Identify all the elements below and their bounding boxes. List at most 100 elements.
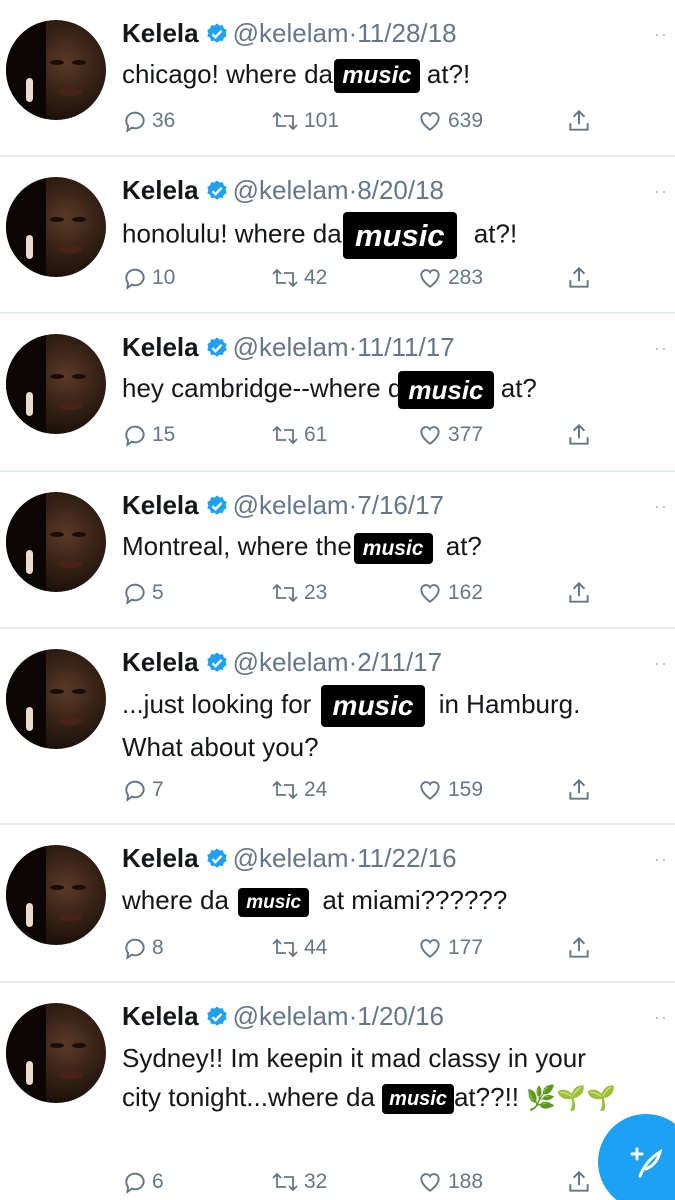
- heart-icon: [420, 939, 440, 958]
- tweet[interactable]: Kelela @kelelam·11/11/17 ·· hey cambridge…: [0, 314, 675, 472]
- more-options-icon[interactable]: ··: [654, 1007, 668, 1028]
- tweet[interactable]: Kelela @kelelam·2/11/17 ·· ...just lookin…: [0, 629, 675, 825]
- tweet-date[interactable]: 2/11/17: [357, 647, 442, 677]
- retweet-icon: [272, 268, 298, 288]
- tweet-date[interactable]: 7/16/17: [357, 490, 444, 520]
- author-handle[interactable]: @kelelam: [233, 843, 349, 873]
- author-name[interactable]: Kelela: [122, 18, 199, 48]
- tweet[interactable]: Kelela @kelelam·8/20/18 ·· honolulu! wher…: [0, 157, 675, 314]
- more-options-icon[interactable]: ··: [654, 338, 668, 359]
- share-button[interactable]: [566, 935, 596, 961]
- retweet-button[interactable]: 61: [270, 422, 327, 448]
- more-options-icon[interactable]: ··: [654, 181, 668, 202]
- author-name[interactable]: Kelela: [122, 843, 199, 873]
- more-options-icon[interactable]: ··: [654, 849, 668, 870]
- avatar[interactable]: [6, 845, 106, 945]
- like-button[interactable]: 188: [416, 1169, 483, 1195]
- like-button[interactable]: 639: [416, 108, 483, 134]
- share-button[interactable]: [566, 777, 596, 803]
- reply-button[interactable]: 36: [122, 108, 175, 134]
- retweet-button[interactable]: 24: [270, 777, 327, 803]
- like-button[interactable]: 159: [416, 777, 483, 803]
- tweet-text: honolulu! where da music at?!: [122, 212, 662, 259]
- reply-button[interactable]: 5: [122, 580, 164, 606]
- heart-icon: [420, 269, 440, 288]
- author-name[interactable]: Kelela: [122, 647, 199, 677]
- reply-icon: [125, 111, 145, 133]
- more-options-icon[interactable]: ··: [654, 496, 668, 517]
- tweet[interactable]: Kelela @kelelam·7/16/17 ·· Montreal, wher…: [0, 472, 675, 629]
- tweet[interactable]: Kelela @kelelam·11/28/18 ·· chicago! wher…: [0, 0, 675, 157]
- retweet-icon: [272, 938, 298, 958]
- tweet-text: Montreal, where the music at?: [122, 527, 662, 565]
- tweet-date[interactable]: 1/20/16: [357, 1001, 444, 1031]
- tweet-text: hey cambridge--where d music at?: [122, 369, 662, 410]
- author-name[interactable]: Kelela: [122, 175, 199, 205]
- tweet-date[interactable]: 11/11/17: [357, 332, 454, 362]
- author-name[interactable]: Kelela: [122, 1001, 199, 1031]
- tweet-feed: Kelela @kelelam·11/28/18 ·· chicago! wher…: [0, 0, 675, 1200]
- reply-button[interactable]: 7: [122, 777, 164, 803]
- share-button[interactable]: [566, 265, 596, 291]
- retweet-button[interactable]: 32: [270, 1169, 327, 1195]
- author-handle[interactable]: @kelelam: [233, 1001, 349, 1031]
- verified-badge-icon: [206, 652, 227, 672]
- tweet[interactable]: Kelela @kelelam·1/20/16 ·· Sydney!! Im ke…: [0, 983, 675, 1200]
- heart-icon: [420, 426, 440, 445]
- avatar[interactable]: [6, 177, 106, 277]
- author-handle[interactable]: @kelelam: [233, 175, 349, 205]
- avatar[interactable]: [6, 649, 106, 749]
- heart-icon: [420, 1173, 440, 1192]
- reply-button[interactable]: 10: [122, 265, 175, 291]
- music-sticker: music: [353, 532, 433, 564]
- share-button[interactable]: [566, 1169, 596, 1195]
- more-options-icon[interactable]: ··: [654, 24, 668, 45]
- author-name[interactable]: Kelela: [122, 490, 199, 520]
- share-icon: [569, 266, 589, 288]
- reply-icon: [125, 1172, 145, 1194]
- reply-icon: [125, 583, 145, 605]
- retweet-button[interactable]: 42: [270, 265, 327, 291]
- share-button[interactable]: [566, 108, 596, 134]
- retweet-button[interactable]: 101: [270, 108, 339, 134]
- reply-icon: [125, 425, 145, 447]
- tweet-text: chicago! where da music at?!: [122, 55, 662, 94]
- reply-button[interactable]: 15: [122, 422, 175, 448]
- reply-button[interactable]: 6: [122, 1169, 164, 1195]
- author-handle[interactable]: @kelelam: [233, 490, 349, 520]
- like-button[interactable]: 377: [416, 422, 483, 448]
- tweet-date[interactable]: 8/20/18: [357, 175, 444, 205]
- like-button[interactable]: 283: [416, 265, 483, 291]
- verified-badge-icon: [206, 848, 227, 868]
- share-icon: [569, 109, 589, 131]
- avatar[interactable]: [6, 20, 106, 120]
- tweet[interactable]: Kelela @kelelam·11/22/16 ·· where da musi…: [0, 825, 675, 983]
- more-options-icon[interactable]: ··: [654, 653, 668, 674]
- tweet-date[interactable]: 11/28/18: [357, 18, 456, 48]
- music-sticker: music: [398, 371, 494, 410]
- author-handle[interactable]: @kelelam: [233, 18, 349, 48]
- like-button[interactable]: 162: [416, 580, 483, 606]
- verified-badge-icon: [206, 1006, 227, 1026]
- share-button[interactable]: [566, 422, 596, 448]
- like-button[interactable]: 177: [416, 935, 483, 961]
- compose-tweet-icon: [630, 1147, 663, 1178]
- retweet-icon: [272, 1172, 298, 1192]
- avatar[interactable]: [6, 1003, 106, 1103]
- avatar[interactable]: [6, 334, 106, 434]
- music-sticker: music: [238, 887, 310, 917]
- tweet-date[interactable]: 11/22/16: [357, 843, 456, 873]
- heart-icon: [420, 112, 440, 131]
- share-button[interactable]: [566, 580, 596, 606]
- retweet-button[interactable]: 23: [270, 580, 327, 606]
- plant-emoji: 🌿🌱🌱: [526, 1085, 616, 1112]
- author-name[interactable]: Kelela: [122, 332, 199, 362]
- retweet-button[interactable]: 44: [270, 935, 327, 961]
- retweet-icon: [272, 111, 298, 131]
- retweet-icon: [272, 425, 298, 445]
- author-handle[interactable]: @kelelam: [233, 647, 349, 677]
- avatar[interactable]: [6, 492, 106, 592]
- author-handle[interactable]: @kelelam: [233, 332, 349, 362]
- reply-button[interactable]: 8: [122, 935, 164, 961]
- heart-icon: [420, 584, 440, 603]
